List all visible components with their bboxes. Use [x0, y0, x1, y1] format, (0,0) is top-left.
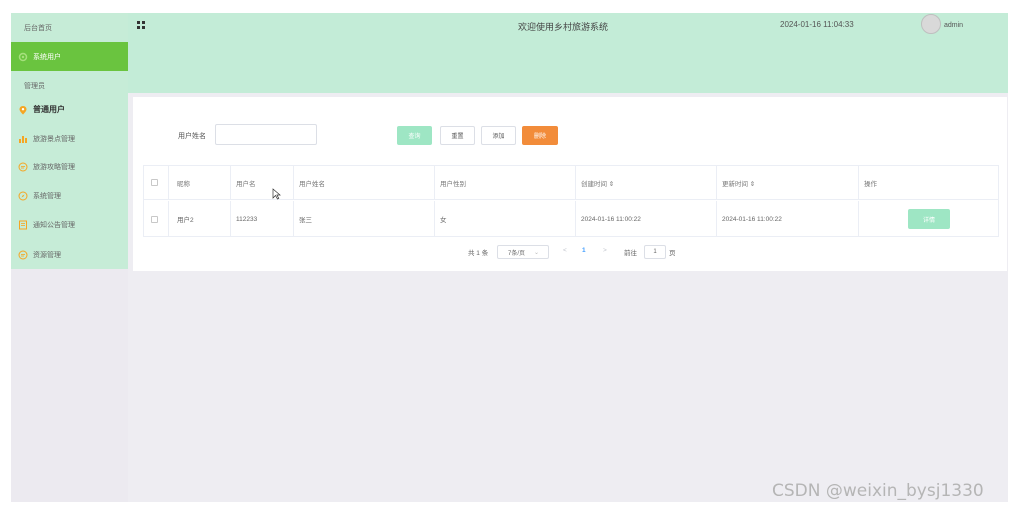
cell-nickname: 用户2 — [169, 201, 231, 237]
document-icon — [19, 220, 27, 229]
sidebar-item-label: 旅游景点管理 — [33, 135, 75, 143]
mouse-cursor-icon — [272, 188, 281, 200]
cell-updated: 2024-01-16 11:00:22 — [717, 201, 859, 237]
page-size-value: 7条/页 — [508, 250, 526, 257]
column-header[interactable]: 用户性别 — [435, 166, 576, 199]
users-table: 昵称 用户名 用户姓名 用户性别 创建时间 ⇕ 更新时间 ⇕ 操作 用户2 11… — [143, 165, 999, 237]
add-button[interactable]: 添加 — [481, 126, 516, 145]
header-datetime: 2024-01-16 11:04:33 — [780, 20, 854, 29]
column-header[interactable]: 更新时间 ⇕ — [717, 166, 859, 199]
select-all-cell — [144, 166, 169, 199]
sidebar-item-label: 后台首页 — [24, 24, 52, 32]
reset-button[interactable]: 重置 — [440, 126, 475, 145]
sidebar-item-label: 旅游攻略管理 — [33, 163, 75, 171]
sidebar-item-home[interactable]: 后台首页 — [11, 13, 128, 42]
sidebar-item-label: 管理员 — [24, 82, 45, 90]
compass-icon — [18, 191, 28, 200]
sidebar-item-notices[interactable]: 通知公告管理 — [11, 210, 128, 239]
cell-realname: 张三 — [294, 201, 435, 237]
search-label: 用户姓名 — [178, 133, 206, 140]
cell-action: 详情 — [859, 201, 998, 237]
sidebar-item-scenic-spots[interactable]: 旅游景点管理 — [11, 124, 128, 153]
sidebar-item-label: 资源管理 — [33, 251, 61, 259]
column-header: 用户名 — [231, 166, 294, 199]
header-username[interactable]: admin — [944, 22, 963, 29]
table-row: 用户2 112233 张三 女 2024-01-16 11:00:22 2024… — [144, 201, 998, 237]
location-pin-icon — [19, 105, 27, 114]
sidebar-item-label: 系统管理 — [33, 192, 61, 200]
query-button[interactable]: 查询 — [397, 126, 432, 145]
sidebar-item-label: 普通用户 — [33, 105, 65, 114]
cell-username: 112233 — [231, 201, 294, 237]
chat-icon — [18, 250, 28, 259]
column-header: 昵称 — [169, 166, 231, 199]
search-input[interactable] — [215, 124, 317, 145]
sidebar-item-system-users[interactable]: 系统用户 — [11, 42, 128, 71]
delete-button[interactable]: 删除 — [522, 126, 558, 145]
watermark: CSDN @weixin_bysj1330 — [772, 481, 984, 501]
column-header[interactable]: 创建时间 ⇕ — [576, 166, 717, 199]
row-checkbox[interactable] — [151, 215, 158, 223]
gear-icon — [18, 52, 28, 61]
chevron-down-icon: ⌄ — [534, 249, 540, 256]
goto-label: 前往 — [624, 250, 637, 257]
sidebar-item-label: 通知公告管理 — [33, 221, 75, 229]
detail-button[interactable]: 详情 — [908, 209, 950, 229]
column-header: 用户姓名 — [294, 166, 435, 199]
next-page-button[interactable]: > — [603, 247, 607, 254]
column-header: 操作 — [864, 180, 877, 188]
sidebar-item-label: 系统用户 — [33, 53, 61, 61]
chat-icon — [18, 162, 28, 171]
goto-page-input[interactable]: 1 — [644, 245, 666, 259]
page-suffix: 页 — [669, 250, 676, 257]
sidebar: 后台首页 系统用户 管理员 普通用户 旅游景点管理 旅游攻略管理 系统管理 通知… — [11, 13, 128, 502]
cell-created: 2024-01-16 11:00:22 — [576, 201, 717, 237]
sidebar-item-resources[interactable]: 资源管理 — [11, 240, 128, 269]
cell-gender: 女 — [435, 201, 576, 237]
sidebar-item-system-management[interactable]: 系统管理 — [11, 181, 128, 210]
page-title: 欢迎使用乡村旅游系统 — [518, 22, 609, 32]
bar-chart-icon — [19, 135, 27, 143]
row-select-cell — [144, 201, 169, 237]
page-number-current[interactable]: 1 — [582, 247, 586, 254]
sidebar-item-normal-users[interactable]: 普通用户 — [11, 95, 128, 124]
menu-collapse-icon[interactable] — [137, 21, 145, 29]
top-header: 欢迎使用乡村旅游系统 2024-01-16 11:04:33 admin — [128, 13, 1008, 93]
prev-page-button[interactable]: < — [563, 247, 567, 254]
page-size-select[interactable]: 7条/页 ⌄ — [497, 245, 549, 259]
sidebar-item-travel-guides[interactable]: 旅游攻略管理 — [11, 152, 128, 181]
pagination-total: 共 1 条 — [468, 250, 489, 257]
avatar[interactable] — [921, 14, 941, 34]
select-all-checkbox[interactable] — [151, 179, 158, 186]
